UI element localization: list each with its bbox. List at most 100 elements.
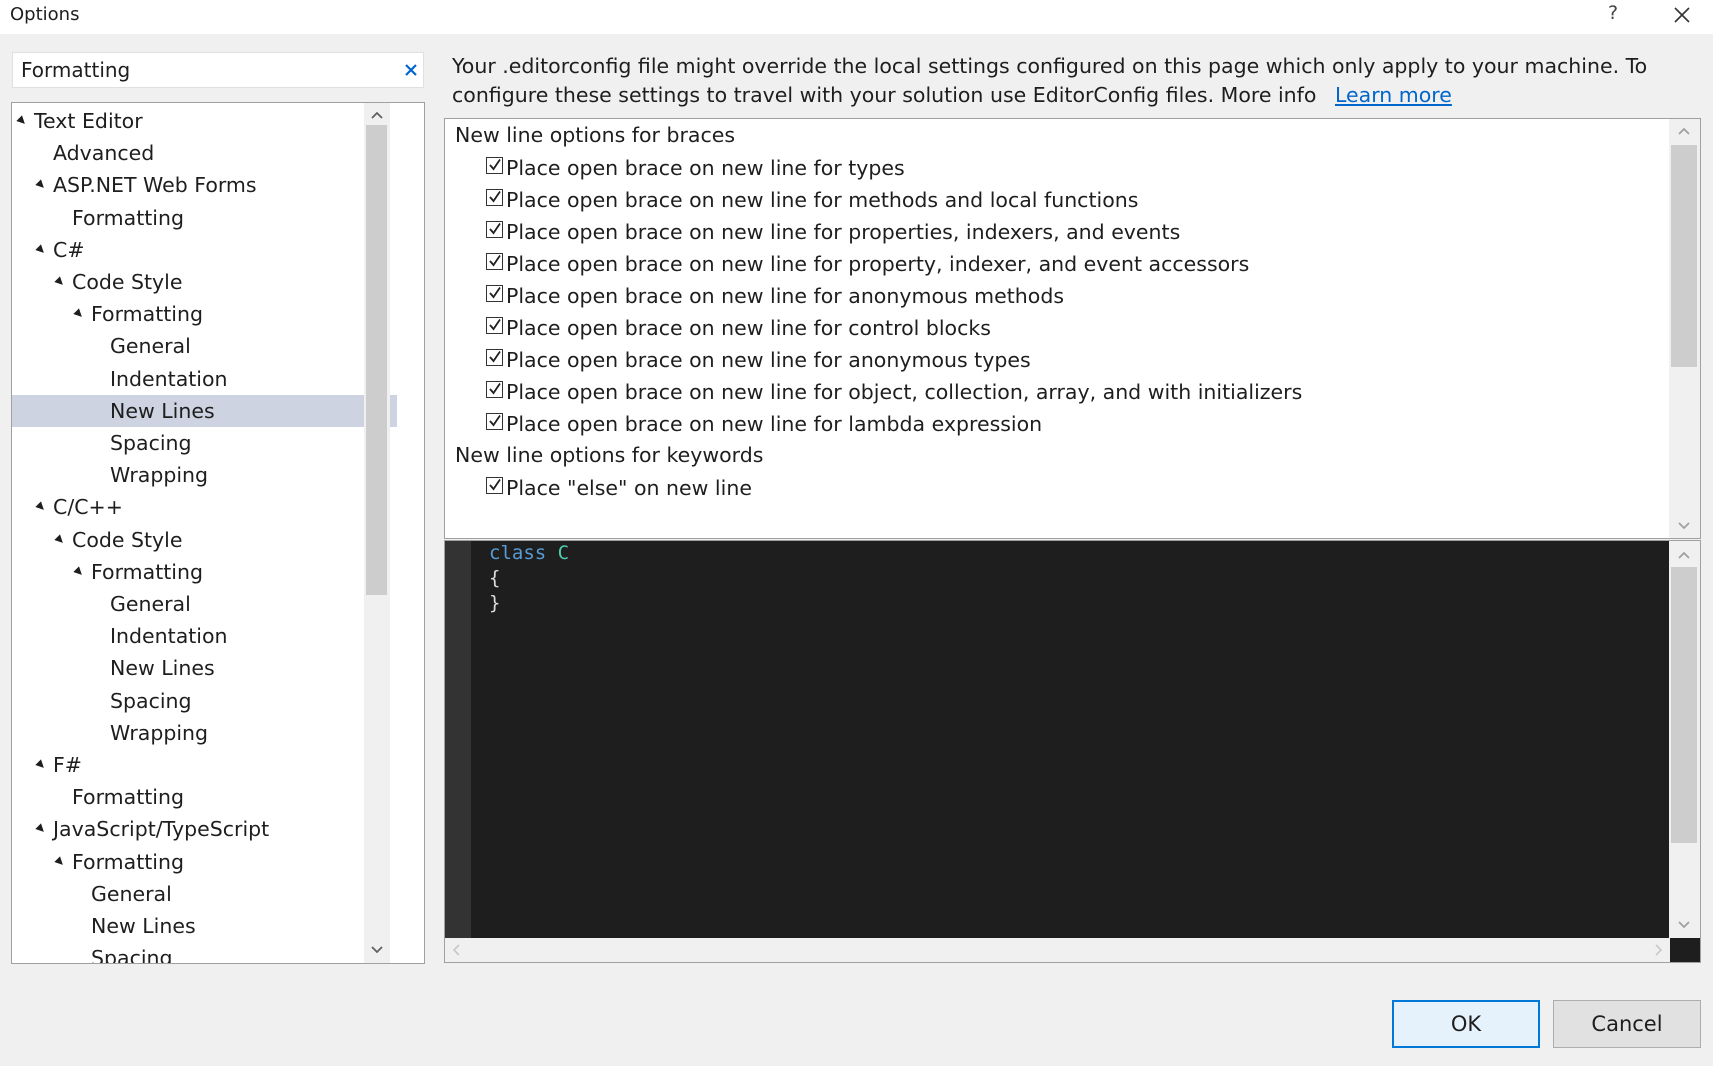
- tree-item-label: JavaScript/TypeScript: [53, 817, 270, 842]
- checkbox[interactable]: [486, 413, 503, 430]
- tree-item[interactable]: JavaScript/TypeScript: [12, 813, 397, 845]
- checkbox[interactable]: [486, 477, 503, 494]
- expand-triangle-icon[interactable]: [54, 533, 66, 546]
- tree-item[interactable]: Spacing: [12, 427, 397, 459]
- tree-item[interactable]: F#: [12, 749, 397, 781]
- tree-scrollbar[interactable]: [364, 103, 390, 963]
- scroll-up-icon[interactable]: [367, 105, 387, 125]
- tree-item[interactable]: Spacing: [12, 685, 397, 717]
- preview-scroll-down-icon[interactable]: [1674, 914, 1694, 934]
- tree-item[interactable]: General: [12, 330, 397, 362]
- options-scroll-down-icon[interactable]: [1674, 515, 1694, 535]
- tree-item[interactable]: Formatting: [12, 298, 397, 330]
- clear-search-icon[interactable]: [403, 62, 419, 78]
- tree-item[interactable]: New Lines: [12, 652, 397, 684]
- option-label: Place open brace on new line for control…: [506, 316, 991, 340]
- tree-item-label: General: [91, 881, 172, 906]
- expand-triangle-icon[interactable]: [54, 855, 66, 868]
- tree-item[interactable]: Spacing: [12, 942, 397, 963]
- tree-item-label: Spacing: [110, 431, 192, 455]
- expand-triangle-icon[interactable]: [73, 308, 85, 320]
- expand-triangle-icon[interactable]: [16, 115, 28, 127]
- tree-item[interactable]: Indentation: [12, 363, 397, 395]
- tree-item[interactable]: Formatting: [12, 846, 397, 878]
- option-label: Place open brace on new line for propert…: [506, 220, 1181, 244]
- options-scroll-up-icon[interactable]: [1674, 121, 1694, 141]
- expand-triangle-icon[interactable]: [35, 501, 47, 514]
- ok-button[interactable]: OK: [1392, 1000, 1540, 1048]
- checkbox[interactable]: [486, 253, 503, 270]
- cancel-button[interactable]: Cancel: [1553, 1000, 1701, 1048]
- tree-scroll-thumb[interactable]: [366, 125, 387, 595]
- tree-item-label: Wrapping: [110, 463, 209, 488]
- help-icon[interactable]: ?: [1608, 2, 1618, 24]
- checkbox[interactable]: [486, 381, 503, 398]
- tree-item[interactable]: C/C++: [12, 491, 397, 523]
- checkbox[interactable]: [486, 285, 503, 302]
- expand-triangle-icon[interactable]: [35, 244, 47, 256]
- checkbox[interactable]: [486, 189, 503, 206]
- preview-gutter: [445, 541, 471, 938]
- close-icon[interactable]: [1664, 0, 1700, 30]
- tree-item[interactable]: New Lines: [12, 910, 397, 942]
- options-scrollbar[interactable]: [1669, 119, 1700, 538]
- checkmark-icon: [489, 414, 501, 427]
- tree-item[interactable]: Formatting: [12, 556, 397, 588]
- option-label: Place open brace on new line for types: [506, 156, 905, 180]
- tree-item[interactable]: Wrapping: [12, 459, 397, 491]
- option-section-header: New line options for keywords: [455, 443, 764, 467]
- tree-item-label: C#: [53, 237, 85, 262]
- tree-item-label: New Lines: [91, 914, 196, 938]
- preview-scroll-up-icon[interactable]: [1674, 545, 1694, 565]
- checkmark-icon: [489, 158, 501, 171]
- tree-item[interactable]: Formatting: [12, 781, 397, 813]
- checkbox[interactable]: [486, 157, 503, 174]
- checkbox[interactable]: [486, 317, 503, 334]
- checkbox[interactable]: [486, 221, 503, 238]
- tree-item[interactable]: Code Style: [12, 524, 397, 556]
- tree-item-label: Code Style: [72, 527, 183, 552]
- tree-item[interactable]: Wrapping: [12, 717, 397, 749]
- expand-triangle-icon[interactable]: [35, 179, 47, 192]
- tree-item[interactable]: Indentation: [12, 620, 397, 652]
- options-scroll-thumb[interactable]: [1671, 145, 1697, 367]
- tree-item-label: General: [110, 592, 191, 616]
- tree-item[interactable]: General: [12, 588, 397, 620]
- code-class-name: C: [557, 542, 570, 564]
- tree-item[interactable]: General: [12, 878, 397, 910]
- tree-item-label: New Lines: [110, 656, 215, 681]
- option-label: Place open brace on new line for object,…: [506, 380, 1303, 404]
- learn-more-link[interactable]: Learn more: [1335, 83, 1452, 107]
- options-panel: New line options for braces Place open br…: [444, 118, 1701, 539]
- search-input[interactable]: [21, 55, 381, 85]
- tree-item[interactable]: Advanced: [12, 137, 397, 169]
- checkmark-icon: [489, 190, 501, 203]
- preview-scroll-left-icon[interactable]: [447, 940, 467, 960]
- window-title: Options: [10, 4, 80, 25]
- preview-hscrollbar[interactable]: [445, 938, 1670, 962]
- option-label: Place open brace on new line for anonymo…: [506, 348, 1031, 372]
- expand-triangle-icon[interactable]: [54, 276, 66, 288]
- tree-item[interactable]: Code Style: [12, 266, 397, 298]
- tree-item[interactable]: Formatting: [12, 202, 397, 234]
- expand-triangle-icon[interactable]: [35, 823, 47, 836]
- checkbox[interactable]: [486, 349, 503, 366]
- tree-item-label: Formatting: [72, 205, 184, 230]
- expand-triangle-icon[interactable]: [73, 566, 85, 578]
- tree-item-label: Formatting: [72, 785, 184, 810]
- tree-item-label: Formatting: [91, 302, 203, 327]
- expand-triangle-icon[interactable]: [35, 759, 47, 771]
- option-label: Place "else" on new line: [506, 476, 752, 500]
- tree-item[interactable]: ASP.NET Web Forms: [12, 169, 397, 201]
- preview-scroll-right-icon[interactable]: [1648, 940, 1668, 960]
- notice-text: Your .editorconfig file might override t…: [452, 54, 1648, 107]
- preview-vscrollbar[interactable]: [1669, 541, 1700, 938]
- tree-item[interactable]: New Lines: [12, 394, 397, 427]
- checkmark-icon: [489, 222, 501, 235]
- code-open-brace: {: [489, 567, 501, 589]
- preview-scroll-thumb[interactable]: [1671, 567, 1697, 843]
- scroll-down-icon[interactable]: [367, 939, 387, 959]
- tree-item[interactable]: C#: [12, 234, 397, 266]
- checkmark-icon: [489, 350, 501, 363]
- tree-item[interactable]: Text Editor: [12, 105, 397, 137]
